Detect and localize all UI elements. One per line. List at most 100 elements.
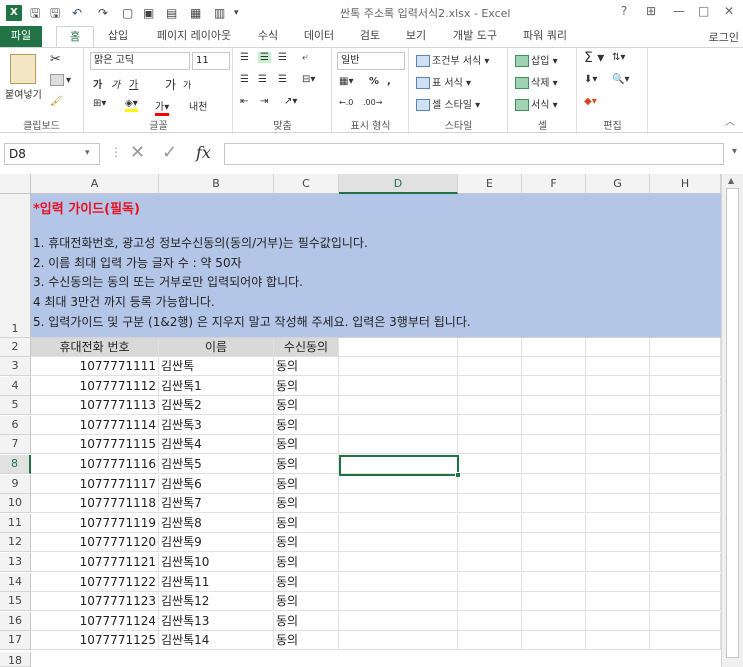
table-cell[interactable] xyxy=(522,592,586,612)
tab-home[interactable]: 홈 xyxy=(56,26,94,48)
column-header-a[interactable]: A xyxy=(31,174,159,194)
tab-developer[interactable]: 개발 도구 xyxy=(444,26,506,48)
scrollbar-thumb[interactable] xyxy=(726,188,739,658)
name-cell[interactable]: 김싼톡8 xyxy=(159,513,274,533)
delete-cells-button[interactable]: 삭제 ▾ xyxy=(515,74,558,89)
consent-cell[interactable]: 동의 xyxy=(274,533,339,553)
table-cell[interactable] xyxy=(522,474,586,494)
insert-cells-button[interactable]: 삽입 ▾ xyxy=(515,52,558,67)
consent-cell[interactable]: 동의 xyxy=(274,435,339,455)
table-cell[interactable] xyxy=(458,631,522,651)
login-link[interactable]: 로그인 xyxy=(709,29,739,45)
row-header-1[interactable]: 1 xyxy=(0,194,31,338)
align-right-icon[interactable]: ☰ xyxy=(278,74,287,85)
column-header-g[interactable]: G xyxy=(586,174,650,194)
table-cell[interactable] xyxy=(339,376,458,396)
tab-insert[interactable]: 삽입 xyxy=(98,26,138,48)
table-cell[interactable] xyxy=(650,435,721,455)
ribbon-display-icon[interactable]: ⊞ xyxy=(646,4,656,18)
table-cell[interactable] xyxy=(522,357,586,376)
table-cell[interactable] xyxy=(339,338,458,357)
middle-align-icon[interactable]: ☰ xyxy=(258,52,271,63)
tab-formulas[interactable]: 수식 xyxy=(250,26,286,48)
table-cell[interactable] xyxy=(458,533,522,553)
shrink-font-button[interactable]: 가 xyxy=(183,78,191,91)
border-icon[interactable]: ⊞▾ xyxy=(93,98,106,109)
clear-icon[interactable]: ◆▾ xyxy=(584,96,597,107)
accounting-format-icon[interactable]: ▦▾ xyxy=(339,76,353,87)
increase-decimal-icon[interactable]: ←.0 xyxy=(339,98,353,107)
row-header[interactable]: 14 xyxy=(0,572,31,592)
table-cell[interactable] xyxy=(339,572,458,592)
table-cell[interactable] xyxy=(458,572,522,592)
row-header[interactable]: 9 xyxy=(0,474,31,494)
italic-button[interactable]: 가 xyxy=(111,76,120,91)
cancel-icon[interactable]: ✕ xyxy=(130,142,145,163)
row-header[interactable]: 7 xyxy=(0,435,31,455)
phone-cell[interactable]: 1077771113 xyxy=(31,396,159,416)
phone-cell[interactable]: 1077771119 xyxy=(31,513,159,533)
underline-button[interactable]: 가 xyxy=(129,76,138,91)
select-all-corner[interactable] xyxy=(0,174,31,194)
column-header-d[interactable]: D xyxy=(339,174,458,194)
table-cell[interactable] xyxy=(458,474,522,494)
table-cell[interactable] xyxy=(586,338,650,357)
align-center-icon[interactable]: ☰ xyxy=(258,74,267,85)
table-cell[interactable] xyxy=(339,396,458,416)
table-cell[interactable] xyxy=(522,435,586,455)
phone-cell[interactable]: 1077771123 xyxy=(31,592,159,612)
help-icon[interactable]: ? xyxy=(621,4,627,18)
camera-icon[interactable]: ▦ xyxy=(190,5,201,21)
consent-cell[interactable]: 동의 xyxy=(274,396,339,416)
table-cell[interactable] xyxy=(586,553,650,572)
number-format-select[interactable]: 일반 xyxy=(337,52,405,70)
phone-cell[interactable]: 1077771121 xyxy=(31,553,159,572)
fill-icon[interactable]: ⬇▾ xyxy=(584,74,597,85)
name-cell[interactable]: 김싼톡14 xyxy=(159,631,274,651)
phonetic-button[interactable]: 내천 xyxy=(189,98,207,113)
percent-button[interactable]: % xyxy=(369,76,379,87)
name-cell[interactable]: 김싼톡5 xyxy=(159,455,274,474)
table-cell[interactable] xyxy=(458,376,522,396)
row-header[interactable]: 12 xyxy=(0,533,31,553)
name-cell[interactable]: 김싼톡 xyxy=(159,357,274,376)
table-cell[interactable] xyxy=(339,513,458,533)
table-cell[interactable] xyxy=(458,435,522,455)
consent-cell[interactable]: 동의 xyxy=(274,572,339,592)
table-cell[interactable] xyxy=(522,553,586,572)
table-cell[interactable] xyxy=(339,533,458,553)
consent-header-cell[interactable]: 수신동의 xyxy=(274,338,339,357)
table-cell[interactable] xyxy=(586,592,650,612)
row-header[interactable]: 16 xyxy=(0,611,31,631)
row-header[interactable]: 13 xyxy=(0,553,31,572)
table-cell[interactable] xyxy=(522,572,586,592)
format-painter-icon[interactable]: 🖌 xyxy=(50,96,63,107)
format-table-button[interactable]: 표 서식 ▾ xyxy=(416,74,471,89)
table-cell[interactable] xyxy=(650,631,721,651)
fill-color-icon[interactable]: ◈▾ xyxy=(125,98,138,112)
close-button[interactable]: ✕ xyxy=(724,4,734,18)
decrease-indent-icon[interactable]: ⇤ xyxy=(240,96,248,107)
paste-icon[interactable] xyxy=(10,54,36,84)
consent-cell[interactable]: 동의 xyxy=(274,415,339,435)
phone-cell[interactable]: 1077771118 xyxy=(31,494,159,514)
row-header[interactable]: 3 xyxy=(0,357,31,376)
table-cell[interactable] xyxy=(339,435,458,455)
row-header[interactable]: 10 xyxy=(0,494,31,514)
name-cell[interactable]: 김싼톡4 xyxy=(159,435,274,455)
table-cell[interactable] xyxy=(650,415,721,435)
find-select-icon[interactable]: 🔍▾ xyxy=(612,74,629,85)
table-cell[interactable] xyxy=(339,474,458,494)
merge-center-icon[interactable]: ⊟▾ xyxy=(302,74,315,85)
table-cell[interactable] xyxy=(458,592,522,612)
phone-cell[interactable]: 1077771125 xyxy=(31,631,159,651)
customize-toolbar-icon[interactable]: ▾ xyxy=(234,5,239,21)
wrap-text-icon[interactable]: ⤶ xyxy=(302,52,308,63)
save-icon[interactable]: 🖫 xyxy=(30,5,40,21)
row-header[interactable]: 15 xyxy=(0,592,31,612)
phone-cell[interactable]: 1077771114 xyxy=(31,415,159,435)
table-cell[interactable] xyxy=(522,376,586,396)
phone-cell[interactable]: 1077771111 xyxy=(31,357,159,376)
phone-cell[interactable]: 1077771115 xyxy=(31,435,159,455)
save-as-icon[interactable]: 🖫 xyxy=(50,5,60,21)
